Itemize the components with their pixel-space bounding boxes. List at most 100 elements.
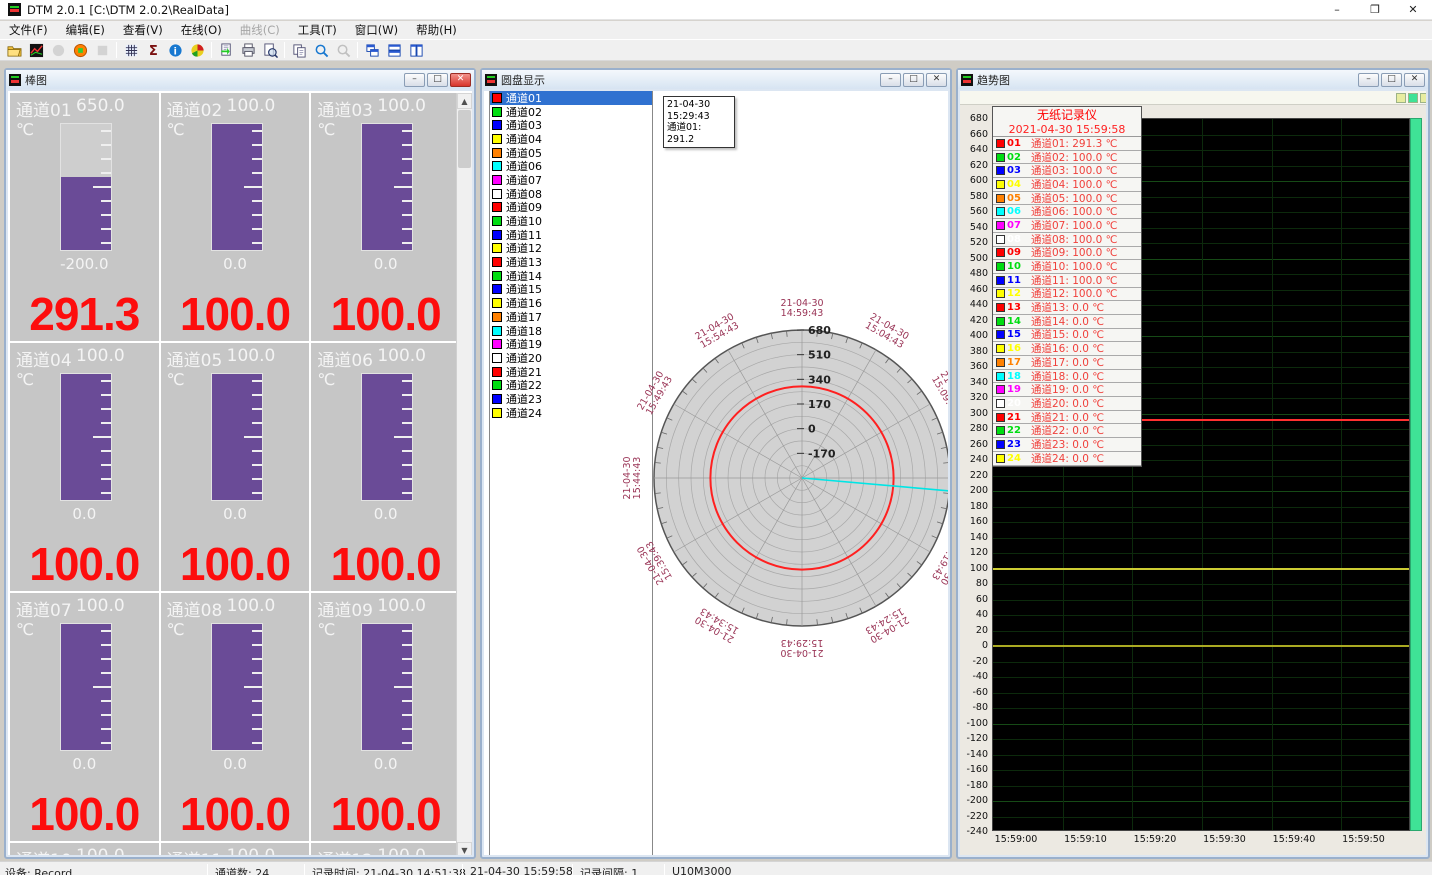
scroll-up-icon[interactable]: ▲ xyxy=(457,93,472,109)
y-tick-label: -140 xyxy=(966,749,988,760)
gauge-tick xyxy=(101,478,111,480)
channel-color-chip xyxy=(996,344,1005,353)
y-tick-label: 40 xyxy=(976,609,988,620)
cascade-icon[interactable] xyxy=(361,41,383,59)
table-icon[interactable] xyxy=(120,41,142,59)
trend-window-titlebar[interactable]: 趋势图 – □ ✕ xyxy=(958,70,1428,89)
minimize-button[interactable]: – xyxy=(1318,0,1356,20)
gridline xyxy=(993,522,1409,523)
toolbar-separator xyxy=(116,42,117,58)
gridline xyxy=(993,755,1409,756)
y-tick-label: 280 xyxy=(970,423,988,434)
svg-text:i: i xyxy=(173,46,176,57)
print-preview-icon[interactable] xyxy=(259,41,281,59)
scroll-down-icon[interactable]: ▼ xyxy=(457,842,472,855)
maximize-button[interactable]: □ xyxy=(1381,73,1402,87)
menu-查看(V)[interactable]: 查看(V) xyxy=(114,20,172,40)
channel-number: 16 xyxy=(1007,343,1027,354)
gauge-tick xyxy=(402,658,412,660)
gridline xyxy=(993,476,1409,477)
legend-row[interactable]: 24 通道24: 0.0 ℃ xyxy=(993,452,1141,466)
bar-scrollbar[interactable]: ▲ ▼ xyxy=(456,93,472,855)
pie-icon[interactable] xyxy=(186,41,208,59)
channel-reading: 通道24: 0.0 ℃ xyxy=(1031,451,1104,466)
y-tick-label: 580 xyxy=(970,191,988,202)
channel-number: 24 xyxy=(1007,453,1027,464)
gauge-tick xyxy=(101,172,111,174)
channel-number: 20 xyxy=(1007,398,1027,409)
svg-text:21-04-3015:29:43: 21-04-3015:29:43 xyxy=(780,637,823,658)
channel-color-chip xyxy=(996,440,1005,449)
channel-color-chip xyxy=(996,153,1005,162)
range-max: 650.0 xyxy=(76,96,125,116)
scroll-button[interactable] xyxy=(1396,93,1406,103)
close-button[interactable]: ✕ xyxy=(1394,0,1432,20)
menu-帮助(H)[interactable]: 帮助(H) xyxy=(407,20,466,40)
menu-在线(O)[interactable]: 在线(O) xyxy=(172,20,231,40)
gauge-tick xyxy=(252,422,262,424)
print-icon[interactable] xyxy=(237,41,259,59)
channel-color-chip xyxy=(492,312,502,322)
gauge-tick xyxy=(402,144,412,146)
minimize-button[interactable]: – xyxy=(404,73,425,87)
minimize-button[interactable]: – xyxy=(880,73,901,87)
tile-horizontal-icon[interactable] xyxy=(383,41,405,59)
mdi-workspace: 棒图 – □ ✕ 通道01650.0℃-200.0291.3通道02100.0℃… xyxy=(0,61,1432,861)
bar-window-titlebar[interactable]: 棒图 – □ ✕ xyxy=(6,70,474,89)
tooltip-date: 21-04-30 xyxy=(667,99,731,111)
maximize-button[interactable]: ❐ xyxy=(1356,0,1394,20)
menu-文件(F)[interactable]: 文件(F) xyxy=(0,20,57,40)
x-tick-label: 15:59:20 xyxy=(1134,834,1177,845)
channel-name: 通道04 xyxy=(16,346,74,368)
gauge-tick xyxy=(93,686,111,688)
menu-窗口(W)[interactable]: 窗口(W) xyxy=(346,20,407,40)
app-titlebar: DTM 2.0.1 [C:\DTM 2.0.2\RealData] – ❐ ✕ xyxy=(0,0,1432,20)
trend-horizontal-scrollbar[interactable] xyxy=(960,91,1426,105)
chart-icon[interactable] xyxy=(25,41,47,59)
scroll-button[interactable] xyxy=(1420,93,1426,103)
y-tick-label: 120 xyxy=(970,547,988,558)
trend-window-title: 趋势图 xyxy=(977,72,1010,88)
polar-chart[interactable]: 6805103401700-17021-04-3014:59:4321-04-3… xyxy=(572,248,948,708)
tile-vertical-icon[interactable] xyxy=(405,41,427,59)
close-button[interactable]: ✕ xyxy=(1404,73,1425,87)
close-button[interactable]: ✕ xyxy=(450,73,471,87)
channel-value: 100.0 xyxy=(161,787,310,841)
record-circle-icon[interactable] xyxy=(69,41,91,59)
zoom-icon[interactable] xyxy=(310,41,332,59)
disc-window-titlebar[interactable]: 圆盘显示 – □ ✕ xyxy=(482,70,950,89)
trend-vertical-scrollbar[interactable] xyxy=(1410,118,1422,831)
menu-工具(T)[interactable]: 工具(T) xyxy=(289,20,346,40)
gauge-track xyxy=(211,623,263,751)
bar-gauge-cell: 通道08100.0℃0.0100.0 xyxy=(161,593,310,841)
gauge-tick xyxy=(101,728,111,730)
scrollbar-thumb[interactable] xyxy=(458,110,471,168)
export-icon[interactable] xyxy=(215,41,237,59)
maximize-button[interactable]: □ xyxy=(903,73,924,87)
gauge-tick xyxy=(402,130,412,132)
unit-label: ℃ xyxy=(167,620,185,639)
gauge-track xyxy=(211,373,263,501)
status-field: 通道数: 24 xyxy=(215,865,269,875)
menu-编辑(E)[interactable]: 编辑(E) xyxy=(57,20,114,40)
channel-label: 通道24 xyxy=(506,405,542,421)
minimize-button[interactable]: – xyxy=(1358,73,1379,87)
channel-value: 100.0 xyxy=(161,287,310,341)
svg-text:21-04-3015:04:43: 21-04-3015:04:43 xyxy=(863,311,911,351)
gauge-tick xyxy=(402,228,412,230)
scroll-button[interactable] xyxy=(1408,93,1418,103)
maximize-button[interactable]: □ xyxy=(427,73,448,87)
status-separator xyxy=(207,864,208,875)
channel-color-chip xyxy=(492,284,502,294)
bar-gauge-cell: 通道11100.0℃0.0100.0 xyxy=(161,843,310,855)
open-folder-icon[interactable] xyxy=(3,41,25,59)
toolbar-separator xyxy=(284,42,285,58)
y-tick-label: 0 xyxy=(982,640,988,651)
info-icon[interactable]: i xyxy=(164,41,186,59)
copy-icon[interactable] xyxy=(288,41,310,59)
gridline xyxy=(993,600,1409,601)
sigma-icon[interactable]: Σ xyxy=(142,41,164,59)
gauge-tick xyxy=(101,228,111,230)
trend-legend: 无纸记录仪 2021-04-30 15:59:58 01通道01: 291.3 … xyxy=(992,106,1142,467)
close-button[interactable]: ✕ xyxy=(926,73,947,87)
